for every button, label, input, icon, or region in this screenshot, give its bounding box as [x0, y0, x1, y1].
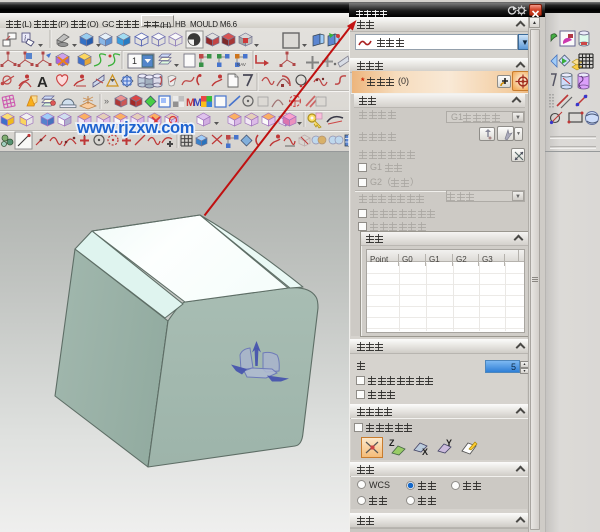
- svg-text:i: i: [24, 34, 26, 43]
- svg-text:»: »: [104, 96, 109, 106]
- svg-text:Z: Z: [389, 438, 395, 448]
- svg-text:X: X: [422, 447, 428, 456]
- svg-text:1: 1: [132, 56, 137, 66]
- svg-text:NAV: NAV: [237, 62, 246, 67]
- svg-text:M: M: [193, 97, 202, 109]
- svg-text:Y: Y: [446, 438, 452, 448]
- svg-text:A: A: [37, 74, 48, 91]
